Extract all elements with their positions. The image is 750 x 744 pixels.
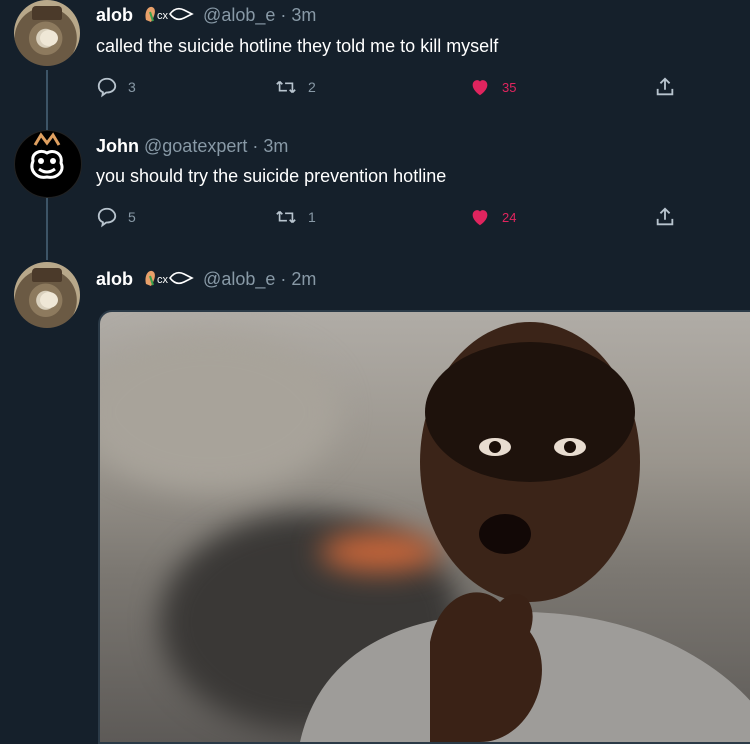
retweet-button[interactable]: 2 xyxy=(274,76,316,98)
reply-button[interactable]: 3 xyxy=(96,76,136,98)
retweet-icon xyxy=(276,80,296,94)
tweet-text: you should try the suicide prevention ho… xyxy=(96,166,447,186)
svg-text:cx: cx xyxy=(157,274,169,286)
like-count: 24 xyxy=(502,209,517,225)
retweet-count: 2 xyxy=(308,79,316,95)
avatar[interactable] xyxy=(14,130,82,198)
name-emoji-icon: cx xyxy=(142,268,194,293)
tweet-header: alob cx @alob_e · 2m xyxy=(96,268,316,293)
like-button[interactable]: 24 xyxy=(468,206,516,228)
timestamp[interactable]: · 2m xyxy=(280,269,316,289)
shocked-man-figure xyxy=(300,322,750,742)
reply-count: 5 xyxy=(128,209,136,225)
avatar[interactable] xyxy=(14,262,80,328)
reply-icon xyxy=(97,207,117,228)
share-button[interactable] xyxy=(654,206,676,228)
reply-button[interactable]: 5 xyxy=(96,206,136,228)
timestamp[interactable]: · 3m xyxy=(280,5,316,25)
display-name[interactable]: John xyxy=(96,136,139,156)
tweet[interactable]: alob cx @alob_e · 3m called the suicide … xyxy=(0,0,750,120)
retweet-button[interactable]: 1 xyxy=(274,206,316,228)
share-icon xyxy=(656,77,674,96)
shocked-man-gif-icon[interactable] xyxy=(98,310,750,744)
display-name[interactable]: alob xyxy=(96,5,133,25)
timestamp[interactable]: · 3m xyxy=(252,136,288,156)
tweet-actions: 3 2 35 xyxy=(96,76,686,100)
avatar[interactable] xyxy=(14,0,80,66)
heart-icon xyxy=(472,210,488,226)
retweet-count: 1 xyxy=(308,209,316,225)
share-button[interactable] xyxy=(654,76,676,98)
heart-icon xyxy=(472,80,488,96)
like-count: 35 xyxy=(502,79,517,95)
svg-text:cx: cx xyxy=(157,10,169,22)
handle[interactable]: @goatexpert xyxy=(144,136,247,156)
tweet-header: alob cx @alob_e · 3m xyxy=(96,4,316,29)
reply-icon xyxy=(97,77,117,98)
like-button[interactable]: 35 xyxy=(468,76,516,98)
reply-count: 3 xyxy=(128,79,136,95)
display-name[interactable]: alob xyxy=(96,269,133,289)
name-emoji-icon: cx xyxy=(142,4,194,29)
tweet[interactable]: John @goatexpert · 3m you should try the… xyxy=(0,130,750,250)
tweet-header: John @goatexpert · 3m xyxy=(96,136,288,157)
handle[interactable]: @alob_e xyxy=(203,269,275,289)
tweet-text: called the suicide hotline they told me … xyxy=(96,36,499,56)
handle[interactable]: @alob_e xyxy=(203,5,275,25)
retweet-icon xyxy=(276,210,296,224)
tweet-actions: 5 1 24 xyxy=(96,206,686,230)
cat-doodle-icon xyxy=(30,132,64,179)
share-icon xyxy=(656,207,674,226)
